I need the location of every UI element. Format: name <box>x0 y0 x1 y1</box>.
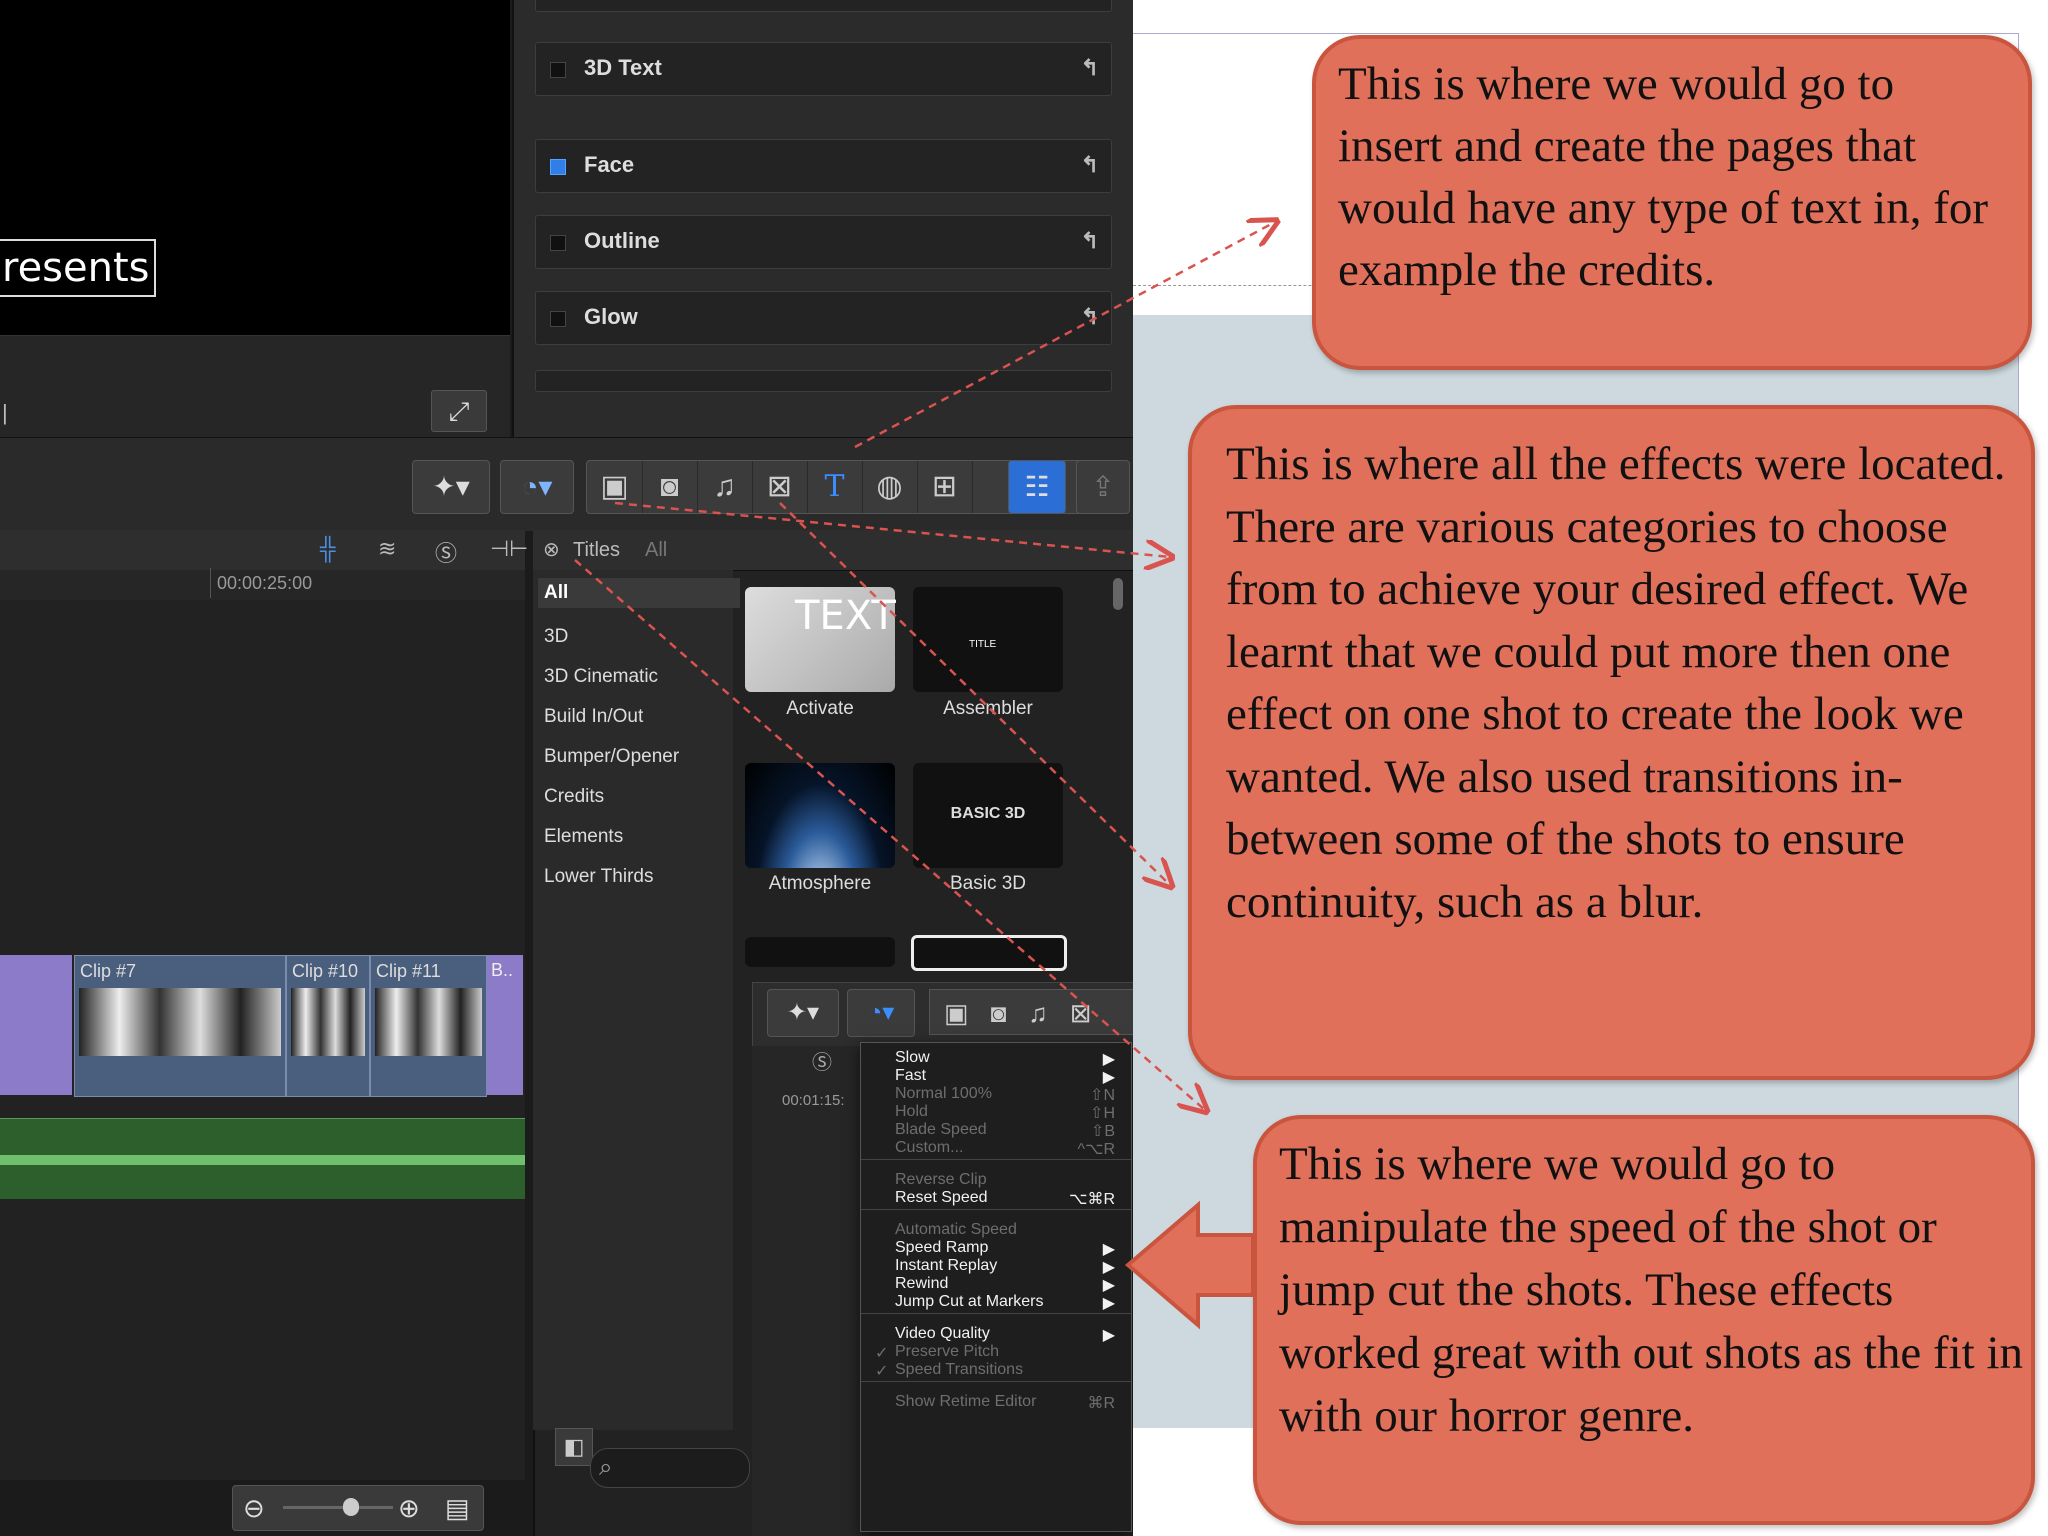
pointer-line-browser <box>574 559 1205 1110</box>
pointer-line-transitions <box>779 502 1170 885</box>
pointer-line-effects <box>614 501 1170 557</box>
pointer-line-titles <box>854 222 1275 449</box>
pointer-lines <box>574 0 2048 1536</box>
